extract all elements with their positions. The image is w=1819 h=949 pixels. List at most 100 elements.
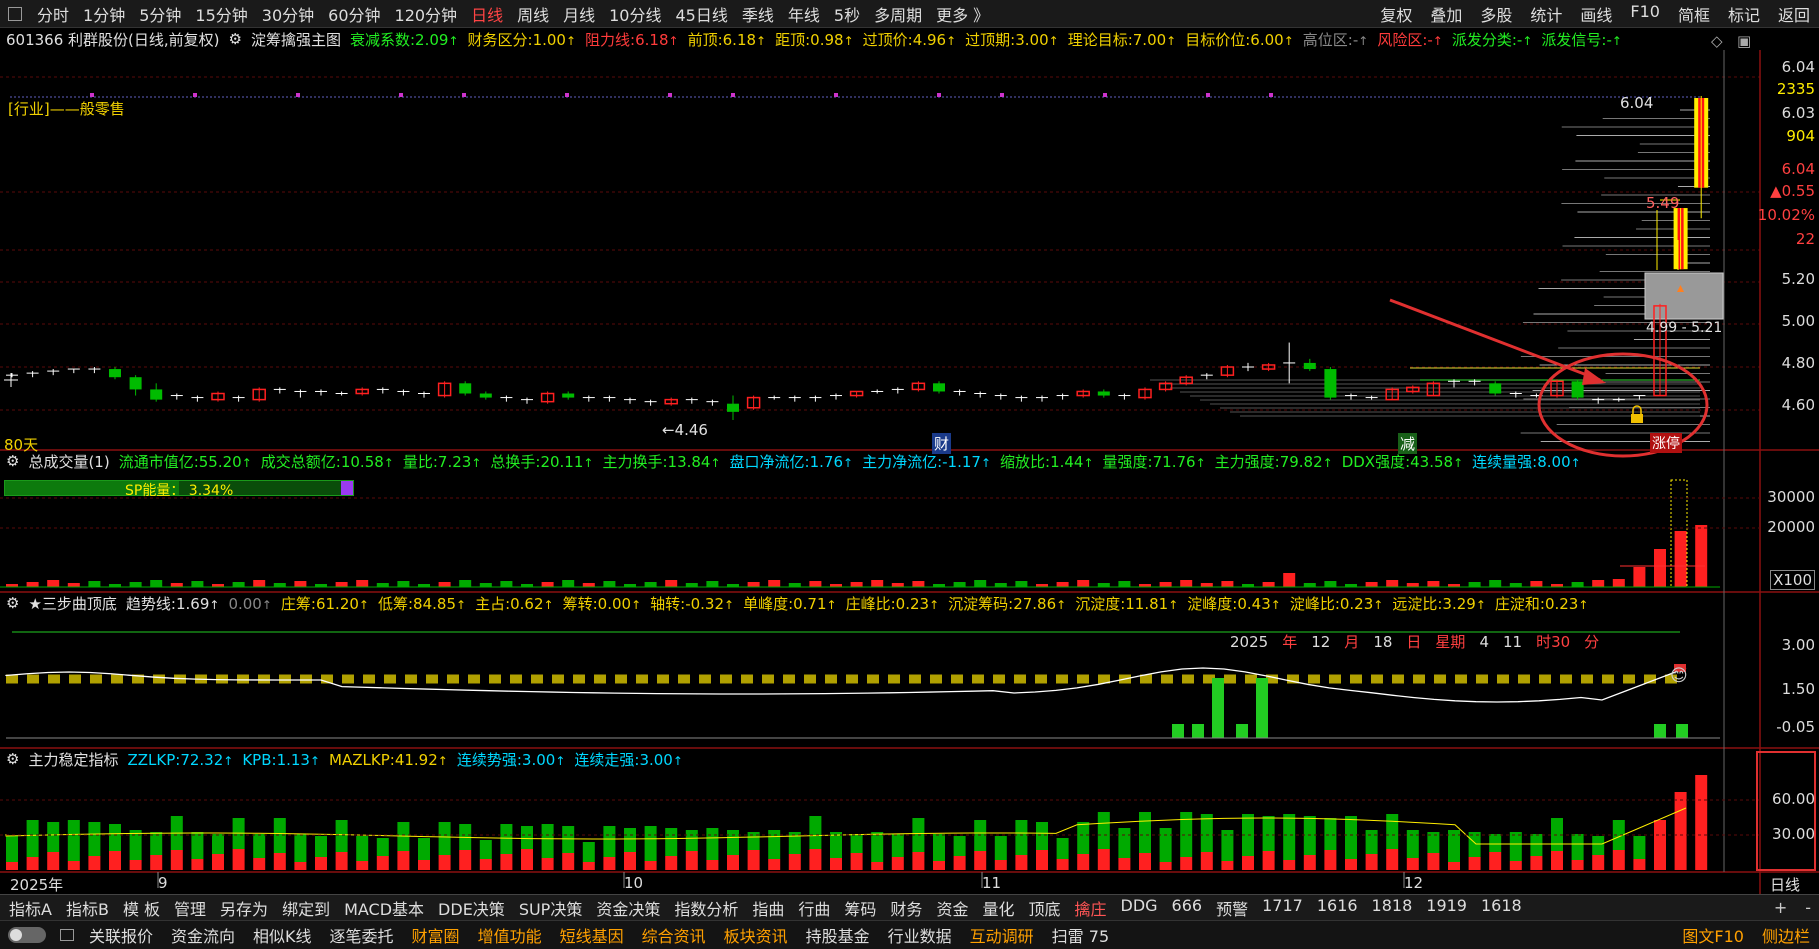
zhuli-green-bar [582, 842, 595, 862]
indicator-tab-17[interactable]: 顶底 [1021, 896, 1067, 920]
info-label: 主力强度: [1214, 452, 1280, 471]
up-arrow-icon: ↑ [1453, 455, 1464, 470]
up-arrow-icon: ↑ [1168, 597, 1179, 612]
window-icon[interactable] [60, 929, 74, 941]
volume-bar [459, 580, 472, 587]
bottom-right-item-0[interactable]: 图文F10 [1673, 923, 1753, 947]
bottom-bar-item-9[interactable]: 持股基金 [797, 923, 879, 947]
info-label: ZZLKP: [127, 750, 181, 769]
date-part: 星期 [1435, 633, 1466, 651]
info-value: 1.44 [1050, 452, 1084, 471]
zhuli-green-bar [1386, 814, 1399, 849]
info-label: 趋势线: [125, 594, 176, 613]
indicator-tab-3[interactable]: 管理 [167, 896, 213, 920]
info-label: 成交总额亿: [260, 452, 341, 471]
tab-remove-icon[interactable]: - [1805, 898, 1811, 917]
signal-dot [296, 93, 300, 97]
bottom-right-item-1[interactable]: 侧边栏 [1753, 923, 1819, 947]
time-axis-label: 12 [1404, 874, 1424, 892]
indicator-tab-20[interactable]: 666 [1165, 896, 1210, 920]
info-item: 量强度:71.76↑ [1103, 453, 1206, 471]
sanbu-panel-title[interactable]: ★三步曲顶底 [28, 593, 116, 614]
panel-toggle-icon[interactable]: ▣ [1737, 32, 1751, 50]
candle-body [562, 393, 575, 398]
indicator-tab-10[interactable]: 指数分析 [667, 896, 745, 920]
info-value: 71.76 [1152, 452, 1196, 471]
info-item: 筹转:0.00↑ [563, 595, 642, 613]
indicator-tab-6[interactable]: MACD基本 [337, 896, 431, 920]
info-item: 趋势线:1.69↑ [126, 595, 220, 613]
tab-add-icon[interactable]: + [1774, 898, 1787, 917]
info-item: 淀峰比:0.23↑ [1290, 595, 1384, 613]
indicator-tab-2[interactable]: 模 板 [116, 896, 167, 920]
bottom-bar-item-6[interactable]: 短线基因 [551, 923, 633, 947]
indicator-tab-23[interactable]: 1616 [1310, 896, 1365, 920]
zhuli-green-bar [1365, 830, 1378, 854]
indicator-tab-4[interactable]: 另存为 [213, 896, 275, 920]
candle-body [479, 393, 492, 398]
up-arrow-icon: ↑ [724, 597, 735, 612]
bottom-bar-item-12[interactable]: 扫雷 75 [1043, 923, 1118, 947]
indicator-tab-11[interactable]: 指曲 [745, 896, 791, 920]
volume-bar [1427, 581, 1440, 587]
zhuli-panel-title[interactable]: 主力稳定指标 [28, 749, 118, 770]
indicator-tab-7[interactable]: DDE决策 [431, 896, 512, 920]
indicator-tab-5[interactable]: 绑定到 [275, 896, 337, 920]
bottom-bar-item-1[interactable]: 资金流向 [162, 923, 244, 947]
indicator-tab-22[interactable]: 1717 [1255, 896, 1310, 920]
indicator-tab-13[interactable]: 筹码 [837, 896, 883, 920]
volume-bar [809, 581, 822, 587]
toggle-switch[interactable] [8, 927, 46, 943]
zhuli-red-bar [788, 854, 801, 870]
indicator-tab-1[interactable]: 指标B [59, 896, 116, 920]
zhuli-green-bar [1592, 836, 1605, 855]
volume-bar [1159, 582, 1172, 587]
bottom-bar-item-11[interactable]: 互动调研 [961, 923, 1043, 947]
indicator-tab-21[interactable]: 预警 [1209, 896, 1255, 920]
indicator-tab-25[interactable]: 1919 [1419, 896, 1474, 920]
zhuli-red-bar [1036, 850, 1048, 870]
axis-highlight-box [1756, 751, 1816, 871]
panel-settings-icon[interactable]: ⚙ [6, 594, 19, 612]
diamond-icon[interactable]: ◇ [1711, 32, 1723, 50]
info-label: 低筹: [377, 594, 414, 613]
info-item: MAZLKP:41.92↑ [329, 751, 448, 769]
bottom-bar-item-0[interactable]: 关联报价 [80, 923, 162, 947]
indicator-tab-24[interactable]: 1818 [1365, 896, 1420, 920]
zhuli-green-bar [1530, 834, 1543, 856]
bottom-bar-item-8[interactable]: 板块资讯 [715, 923, 797, 947]
panel-settings-icon[interactable]: ⚙ [6, 452, 19, 470]
volume-bar [1324, 581, 1337, 587]
indicator-tab-19[interactable]: DDG [1114, 896, 1165, 920]
indicator-tab-9[interactable]: 资金决策 [589, 896, 667, 920]
indicator-tab-14[interactable]: 财务 [883, 896, 929, 920]
volume-bar [1509, 583, 1522, 587]
signal-dot [565, 93, 569, 97]
indicator-tab-8[interactable]: SUP决策 [512, 896, 590, 920]
info-value: 20.11 [540, 452, 584, 471]
volume-panel-title[interactable]: 总成交量(1) [28, 451, 109, 472]
indicator-tab-18[interactable]: 擒庄 [1067, 896, 1113, 920]
indicator-tab-0[interactable]: 指标A [2, 896, 59, 920]
indicator-tab-12[interactable]: 行曲 [791, 896, 837, 920]
bottom-bar-item-7[interactable]: 综合资讯 [633, 923, 715, 947]
volume-bar [1221, 581, 1234, 587]
indicator-tab-16[interactable]: 量化 [975, 896, 1021, 920]
info-item: 流通市值亿:55.20↑ [119, 453, 252, 471]
panel-settings-icon[interactable]: ⚙ [6, 750, 19, 768]
bottom-bar-item-5[interactable]: 增值功能 [469, 923, 551, 947]
price-axis-label: 6.04 [1781, 58, 1815, 76]
bottom-bar-item-2[interactable]: 相似K线 [244, 923, 321, 947]
indicator-tab-26[interactable]: 1618 [1474, 896, 1529, 920]
indicator-tab-15[interactable]: 资金 [929, 896, 975, 920]
zhuli-red-bar [933, 861, 945, 870]
bottom-bar-item-10[interactable]: 行业数据 [879, 923, 961, 947]
info-value: 79.82 [1279, 452, 1323, 471]
bottom-bar-item-4[interactable]: 财富圈 [403, 923, 469, 947]
info-item: 0.00↑ [228, 595, 271, 613]
zhuli-panel-header: ⚙ 主力稳定指标 ZZLKP:72.32↑ KPB:1.13↑ MAZLKP:41.… [0, 748, 1760, 770]
zhuli-green-bar [315, 836, 327, 857]
bottom-bar-item-3[interactable]: 逐笔委托 [321, 923, 403, 947]
period-indicator[interactable]: 日线 [1770, 874, 1800, 895]
volume-bar [356, 580, 369, 587]
